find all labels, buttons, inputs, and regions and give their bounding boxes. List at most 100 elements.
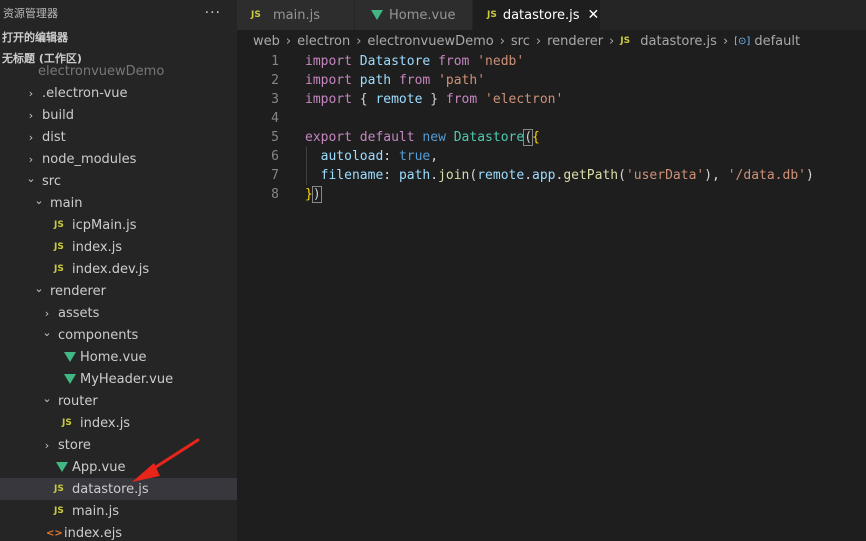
vue-file-icon <box>56 462 68 472</box>
breadcrumb-item[interactable]: datastore.js <box>640 34 717 49</box>
chevron-down-icon[interactable]: ⌄ <box>40 392 54 405</box>
js-file-icon: JS <box>620 36 631 46</box>
tree-item[interactable]: › build <box>0 104 237 126</box>
code-token: new <box>422 130 454 145</box>
tree-item-label: electronvuewDemo <box>38 63 165 79</box>
tab-main-js[interactable]: JS main.js <box>237 0 355 30</box>
code-token: ), <box>704 168 728 183</box>
code-line[interactable]: 1 import Datastore from 'nedb' <box>237 52 866 71</box>
tab-datastore-js[interactable]: JS datastore.js ✕ <box>473 0 601 30</box>
code-token: ( <box>618 168 626 183</box>
code-line[interactable]: 5 export default new Datastore({ <box>237 128 866 147</box>
tree-item[interactable]: › assets <box>0 302 237 324</box>
code-text: import path from 'path' <box>305 73 485 88</box>
chevron-right-icon[interactable]: › <box>24 153 38 166</box>
tab-label: Home.vue <box>389 7 456 23</box>
vue-file-icon <box>64 352 76 362</box>
chevron-right-icon[interactable]: › <box>24 109 38 122</box>
code-token: remote <box>477 168 525 183</box>
line-number: 2 <box>271 73 279 88</box>
code-token: '/data.db' <box>727 168 806 183</box>
code-token: filename <box>320 168 384 183</box>
symbol-icon: [⊙] <box>734 35 751 47</box>
tree-item[interactable]: › .electron-vue <box>0 82 237 104</box>
code-editor[interactable]: 1 import Datastore from 'nedb' 2 import pat… <box>237 52 866 541</box>
tree-item[interactable]: JS index.js <box>0 412 237 434</box>
tree-item[interactable]: <> index.ejs <box>0 522 237 541</box>
code-token: . <box>430 168 439 183</box>
breadcrumb-item[interactable]: renderer <box>547 34 603 49</box>
code-text: import { remote } from 'electron' <box>305 92 563 107</box>
code-line[interactable]: 2 import path from 'path' <box>237 71 866 90</box>
tree-item-label: main <box>50 195 83 211</box>
code-line[interactable]: 8}) <box>237 185 866 204</box>
tree-item[interactable]: Home.vue <box>0 346 237 368</box>
code-line[interactable]: 4 <box>237 109 866 128</box>
code-token: } <box>305 187 313 202</box>
line-number: 1 <box>271 54 279 69</box>
chevron-right-icon[interactable]: › <box>24 131 38 144</box>
code-text: autoload: true, <box>305 149 438 164</box>
tree-item-label: index.js <box>80 415 131 431</box>
code-token: { <box>532 130 540 145</box>
more-actions-icon[interactable]: ··· <box>205 5 221 21</box>
breadcrumb-item[interactable]: electron <box>297 34 350 49</box>
chevron-down-icon[interactable]: ⌄ <box>32 194 46 207</box>
code-token: , <box>430 149 439 164</box>
tree-item[interactable]: electronvuewDemo <box>0 60 237 82</box>
tab-home-vue[interactable]: Home.vue <box>355 0 473 30</box>
js-file-icon: JS <box>251 10 261 20</box>
code-line[interactable]: 3 import { remote } from 'electron' <box>237 90 866 109</box>
tree-item[interactable]: JS main.js <box>0 500 237 522</box>
chevron-down-icon[interactable]: ⌄ <box>40 326 54 339</box>
breadcrumb-item[interactable]: web <box>253 34 280 49</box>
code-line[interactable]: 7 filename: path.join(remote.app.getPath… <box>237 166 866 185</box>
tree-item[interactable]: JS datastore.js <box>0 478 237 500</box>
line-number: 5 <box>271 130 279 145</box>
line-number: 4 <box>271 111 279 126</box>
tree-item[interactable]: MyHeader.vue <box>0 368 237 390</box>
tree-item-label: index.dev.js <box>72 261 150 277</box>
code-token: default <box>359 130 423 145</box>
tree-item[interactable]: ⌄ router <box>0 390 237 412</box>
tree-item[interactable]: › store <box>0 434 237 456</box>
tree-item-label: node_modules <box>42 151 137 167</box>
tree-item[interactable]: JS index.dev.js <box>0 258 237 280</box>
close-icon[interactable]: ✕ <box>588 7 600 23</box>
chevron-right-icon: › <box>722 33 729 49</box>
chevron-right-icon[interactable]: › <box>24 87 38 100</box>
tree-item[interactable]: ⌄ main <box>0 192 237 214</box>
breadcrumb-item[interactable]: default <box>754 34 800 49</box>
tree-item-label: build <box>42 107 74 123</box>
tree-item[interactable]: › node_modules <box>0 148 237 170</box>
editor-tabs: JS main.js Home.vue JS datastore.js ✕ <box>237 0 866 30</box>
code-token: import <box>305 73 360 88</box>
chevron-down-icon[interactable]: ⌄ <box>24 172 38 185</box>
chevron-down-icon[interactable]: ⌄ <box>32 282 46 295</box>
explorer-header: 资源管理器 ··· <box>0 0 237 26</box>
tree-item[interactable]: ⌄ renderer <box>0 280 237 302</box>
breadcrumb-item[interactable]: src <box>511 34 530 49</box>
js-file-icon: JS <box>54 484 64 494</box>
code-token: : <box>383 149 399 164</box>
tree-item[interactable]: JS icpMain.js <box>0 214 237 236</box>
code-text: filename: path.join(remote.app.getPath('… <box>305 168 814 183</box>
breadcrumb-item[interactable]: electronvuewDemo <box>367 34 493 49</box>
code-text: import Datastore from 'nedb' <box>305 54 524 69</box>
code-token: from <box>445 92 486 107</box>
tree-item[interactable]: › dist <box>0 126 237 148</box>
tree-item-label: Home.vue <box>80 349 147 365</box>
code-text: }) <box>305 186 322 203</box>
code-line[interactable]: 6 autoload: true, <box>237 147 866 166</box>
chevron-right-icon[interactable]: › <box>40 307 54 320</box>
tree-item[interactable]: ⌄ components <box>0 324 237 346</box>
tree-item[interactable]: App.vue <box>0 456 237 478</box>
tree-item-label: store <box>58 437 91 453</box>
tab-label: datastore.js <box>502 7 580 23</box>
open-editors-section[interactable]: 打开的编辑器 <box>0 26 237 48</box>
tree-item[interactable]: JS index.js <box>0 236 237 258</box>
code-token: import <box>305 92 360 107</box>
code-token: path <box>398 168 431 183</box>
tree-item[interactable]: ⌄ src <box>0 170 237 192</box>
chevron-right-icon[interactable]: › <box>40 439 54 452</box>
